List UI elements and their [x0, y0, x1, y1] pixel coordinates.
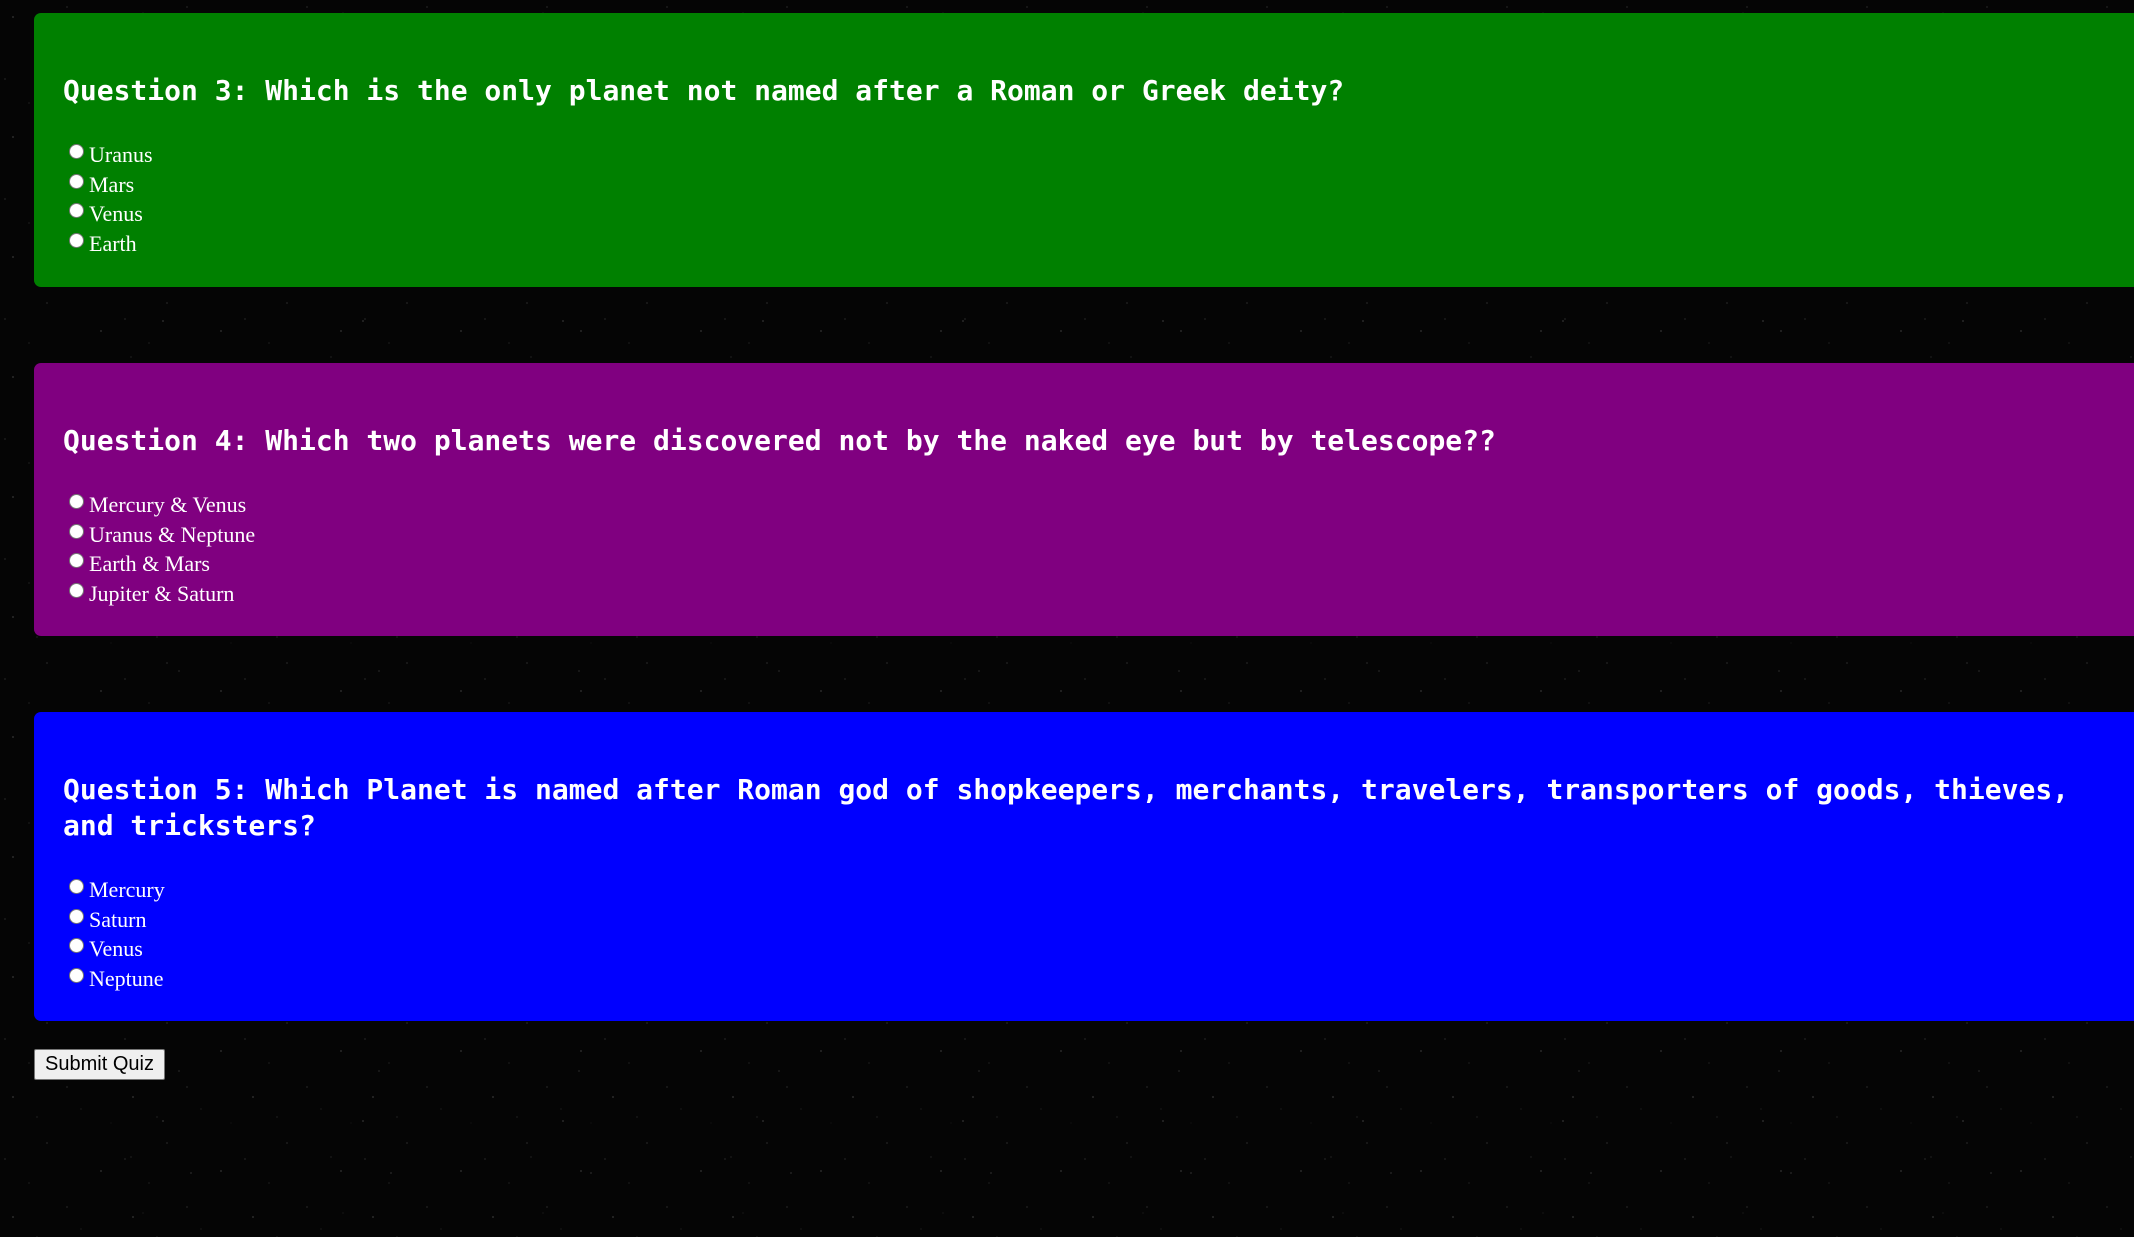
page-bottom-divider	[0, 1237, 2134, 1241]
option-label: Saturn	[89, 906, 147, 932]
option-label: Uranus & Neptune	[89, 521, 256, 547]
question-title: Question 5: Which Planet is named after …	[63, 773, 2070, 842]
option-venus[interactable]: Venus	[69, 934, 2105, 964]
options-list: Mercury & Venus Uranus & Neptune Earth &…	[63, 490, 2105, 608]
question-title: Question 4: Which two planets were disco…	[63, 424, 1496, 457]
option-label: Uranus	[89, 142, 153, 167]
radio-button-icon[interactable]	[69, 938, 84, 954]
radio-button-icon[interactable]	[69, 173, 84, 189]
option-saturn[interactable]: Saturn	[69, 905, 2105, 935]
option-earth-mars[interactable]: Earth & Mars	[69, 549, 2105, 579]
question-title: Question 3: Which is the only planet not…	[63, 74, 1345, 107]
option-neptune[interactable]: Neptune	[69, 964, 2105, 994]
radio-button-icon[interactable]	[69, 523, 84, 539]
option-label: Mercury	[89, 877, 165, 902]
radio-button-icon[interactable]	[69, 203, 84, 219]
option-label: Jupiter & Saturn	[89, 580, 235, 606]
option-mercury-venus[interactable]: Mercury & Venus	[69, 490, 2105, 520]
radio-button-icon[interactable]	[69, 879, 84, 895]
option-label: Earth	[89, 230, 137, 256]
option-earth[interactable]: Earth	[69, 229, 2105, 259]
option-venus[interactable]: Venus	[69, 199, 2105, 229]
option-label: Mars	[89, 171, 135, 197]
question-card-3: Question 3: Which is the only planet not…	[34, 13, 2134, 287]
radio-button-icon[interactable]	[69, 494, 84, 510]
radio-button-icon[interactable]	[69, 967, 84, 983]
radio-button-icon[interactable]	[69, 232, 84, 248]
submit-quiz-button[interactable]: Submit Quiz	[34, 1049, 165, 1080]
option-label: Venus	[89, 936, 143, 961]
radio-button-icon[interactable]	[69, 144, 84, 160]
option-mercury[interactable]: Mercury	[69, 875, 2105, 905]
radio-button-icon[interactable]	[69, 908, 84, 924]
option-label: Neptune	[89, 965, 164, 991]
option-label: Earth & Mars	[89, 551, 210, 576]
question-card-5: Question 5: Which Planet is named after …	[34, 712, 2134, 1021]
option-mars[interactable]: Mars	[69, 170, 2105, 200]
question-card-4: Question 4: Which two planets were disco…	[34, 363, 2134, 636]
option-uranus[interactable]: Uranus	[69, 140, 2105, 170]
option-label: Mercury & Venus	[89, 492, 247, 517]
options-list: Mercury Saturn Venus Neptune	[63, 875, 2105, 993]
options-list: Uranus Mars Venus Earth	[63, 140, 2105, 258]
option-label: Venus	[89, 201, 143, 226]
radio-button-icon[interactable]	[69, 582, 84, 598]
option-uranus-neptune[interactable]: Uranus & Neptune	[69, 520, 2105, 550]
radio-button-icon[interactable]	[69, 553, 84, 569]
option-jupiter-saturn[interactable]: Jupiter & Saturn	[69, 579, 2105, 609]
